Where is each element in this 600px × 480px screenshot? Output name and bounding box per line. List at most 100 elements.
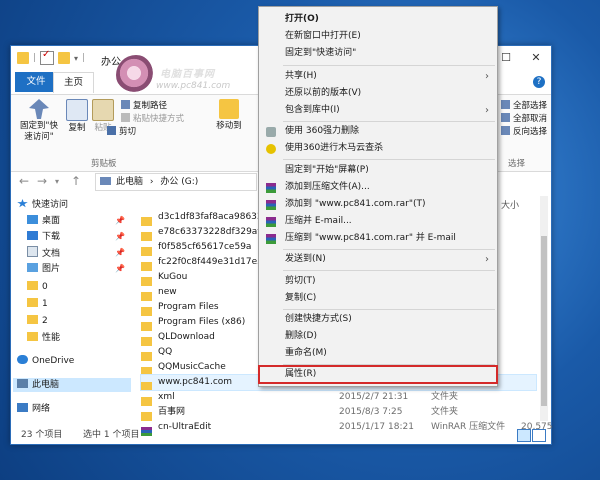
flower-logo-icon (116, 55, 156, 95)
chevron-down-icon[interactable]: ▾ (74, 54, 78, 63)
paste-shortcut-button[interactable]: 粘贴快捷方式 (121, 112, 184, 124)
invert-selection-label: 反向选择 (513, 127, 548, 137)
qat-separator-2: | (82, 53, 86, 63)
menu-item-360-scan[interactable]: 使用360进行木马云查杀 (259, 140, 497, 157)
list-item[interactable]: 百事网 2015/8/3 7:25 文件夹 (141, 405, 536, 421)
details-view-icon[interactable] (517, 429, 531, 442)
large-icons-view-icon[interactable] (532, 429, 546, 442)
menu-item-add-to-rar[interactable]: 添加到 "www.pc841.com.rar"(T) (259, 196, 497, 213)
nav-folder-perf[interactable]: 性能 (27, 331, 60, 345)
select-all-icon (501, 100, 510, 109)
select-group-label: 选择 (508, 159, 526, 169)
menu-item-include-library[interactable]: 包含到库中(I) › (259, 102, 497, 119)
menu-item-rename[interactable]: 重命名(M) (259, 345, 497, 362)
menu-item-360-delete-label: 使用 360强力删除 (285, 126, 360, 136)
pin-icon-desktop: 📌 (115, 216, 125, 225)
folder-icon (17, 52, 29, 64)
select-all-label: 全部选择 (513, 101, 548, 111)
computer-icon (100, 177, 111, 185)
recent-chevron-icon[interactable]: ▾ (55, 177, 59, 186)
forward-arrow-icon[interactable]: → (37, 174, 47, 188)
up-arrow-icon[interactable]: ↑ (71, 174, 81, 188)
menu-item-pin-quick-access[interactable]: 固定到"快速访问" (259, 45, 497, 62)
properties-qat-icon[interactable] (40, 49, 55, 65)
select-none-icon (501, 113, 510, 122)
file-type: 文件夹 (431, 407, 459, 417)
star-icon (17, 199, 28, 208)
selected-count: 选中 1 个项目 (83, 430, 140, 440)
menu-item-copy[interactable]: 复制(C) (259, 290, 497, 307)
help-icon[interactable]: ? (533, 76, 545, 88)
copy-button[interactable]: 复制 (65, 99, 89, 134)
menu-item-360-scan-label: 使用360进行木马云查杀 (285, 143, 384, 153)
cut-button[interactable]: 剪切 (107, 125, 136, 137)
close-icon[interactable]: ✕ (521, 46, 551, 70)
nav-documents-label: 文档 (42, 249, 61, 259)
breadcrumb-this-pc[interactable]: 此电脑 (116, 177, 143, 187)
menu-item-share[interactable]: 共享(H) › (259, 68, 497, 85)
menu-separator (283, 65, 495, 66)
nav-this-pc-label: 此电脑 (32, 380, 60, 390)
menu-item-share-label: 共享(H) (285, 71, 317, 81)
list-item[interactable]: xml 2015/2/7 21:31 文件夹 (141, 390, 536, 406)
vertical-scrollbar[interactable] (540, 196, 548, 421)
menu-item-pin-start[interactable]: 固定到"开始"屏幕(P) (259, 162, 497, 179)
tab-file[interactable]: 文件 (15, 72, 57, 92)
menu-item-send-to[interactable]: 发送到(N) › (259, 251, 497, 268)
file-type: 文件夹 (431, 392, 459, 402)
invert-selection-icon (501, 126, 510, 135)
tab-home[interactable]: 主页 (53, 72, 95, 93)
pin-icon-downloads: 📌 (115, 232, 125, 241)
menu-item-360-delete[interactable]: 使用 360强力删除 (259, 123, 497, 140)
menu-item-compress-email-label: 压缩并 E-mail... (285, 216, 352, 226)
menu-item-open[interactable]: 打开(O) (259, 11, 497, 28)
nav-network[interactable]: 网络 (17, 402, 50, 416)
file-date: 2015/2/7 21:31 (339, 392, 409, 402)
menu-item-compress-rar-email-label: 压缩到 "www.pc841.com.rar" 并 E-mail (285, 233, 456, 243)
menu-item-create-shortcut[interactable]: 创建快捷方式(S) (259, 311, 497, 328)
pin-quick-access-button[interactable]: 固定到"快速访问" (17, 99, 61, 143)
folder-icon (27, 298, 38, 307)
menu-item-delete[interactable]: 删除(D) (259, 328, 497, 345)
menu-item-open-new-window[interactable]: 在新窗口中打开(E) (259, 28, 497, 45)
menu-item-compress-rar-email[interactable]: 压缩到 "www.pc841.com.rar" 并 E-mail (259, 230, 497, 247)
nav-folder-1[interactable]: 1 (27, 297, 48, 311)
menu-item-compress-email[interactable]: 压缩并 E-mail... (259, 213, 497, 230)
nav-folder-0[interactable]: 0 (27, 280, 48, 294)
navigation-pane: 快速访问 桌面 📌 下载 📌 文档 📌 图片 📌 0 1 2 性能 OneDri… (11, 196, 131, 424)
menu-item-restore-versions[interactable]: 还原以前的版本(V) (259, 85, 497, 102)
document-icon (27, 246, 38, 257)
move-to-label: 移动到 (216, 121, 242, 131)
nav-quick-access[interactable]: 快速访问 (17, 198, 68, 212)
select-none-button[interactable]: 全部取消 (501, 112, 547, 124)
invert-selection-button[interactable]: 反向选择 (501, 125, 547, 137)
folder-icon (27, 281, 38, 290)
menu-item-add-archive[interactable]: 添加到压缩文件(A)... (259, 179, 497, 196)
menu-separator (283, 270, 495, 271)
pin-quick-access-label: 固定到"快速访问" (20, 121, 58, 142)
address-bar[interactable]: 此电脑 › 办公 (G:) (95, 173, 257, 191)
download-icon (27, 231, 38, 240)
nav-pictures[interactable]: 图片 (27, 262, 60, 276)
menu-separator (283, 249, 495, 250)
menu-item-cut[interactable]: 剪切(T) (259, 273, 497, 290)
select-none-label: 全部取消 (513, 114, 548, 124)
nav-desktop[interactable]: 桌面 (27, 214, 60, 228)
select-all-button[interactable]: 全部选择 (501, 99, 547, 111)
nav-onedrive[interactable]: OneDrive (17, 354, 74, 368)
qat-separator: | (33, 53, 37, 63)
submenu-arrow-icon: › (485, 71, 489, 82)
new-folder-qat-icon[interactable] (58, 52, 71, 64)
breadcrumb-separator: › (149, 177, 154, 187)
quick-access-toolbar: | ▾ | (17, 49, 86, 65)
cut-label: 剪切 (119, 127, 137, 137)
scrollbar-thumb[interactable] (541, 236, 547, 406)
nav-this-pc[interactable]: 此电脑 (13, 378, 131, 392)
nav-folder-2[interactable]: 2 (27, 314, 48, 328)
nav-downloads[interactable]: 下载 (27, 230, 60, 244)
nav-documents[interactable]: 文档 (27, 246, 60, 260)
menu-separator (283, 159, 495, 160)
back-arrow-icon[interactable]: ← (19, 174, 29, 188)
menu-item-properties[interactable]: 属性(R) (258, 365, 498, 384)
breadcrumb-drive[interactable]: 办公 (G:) (160, 177, 198, 187)
